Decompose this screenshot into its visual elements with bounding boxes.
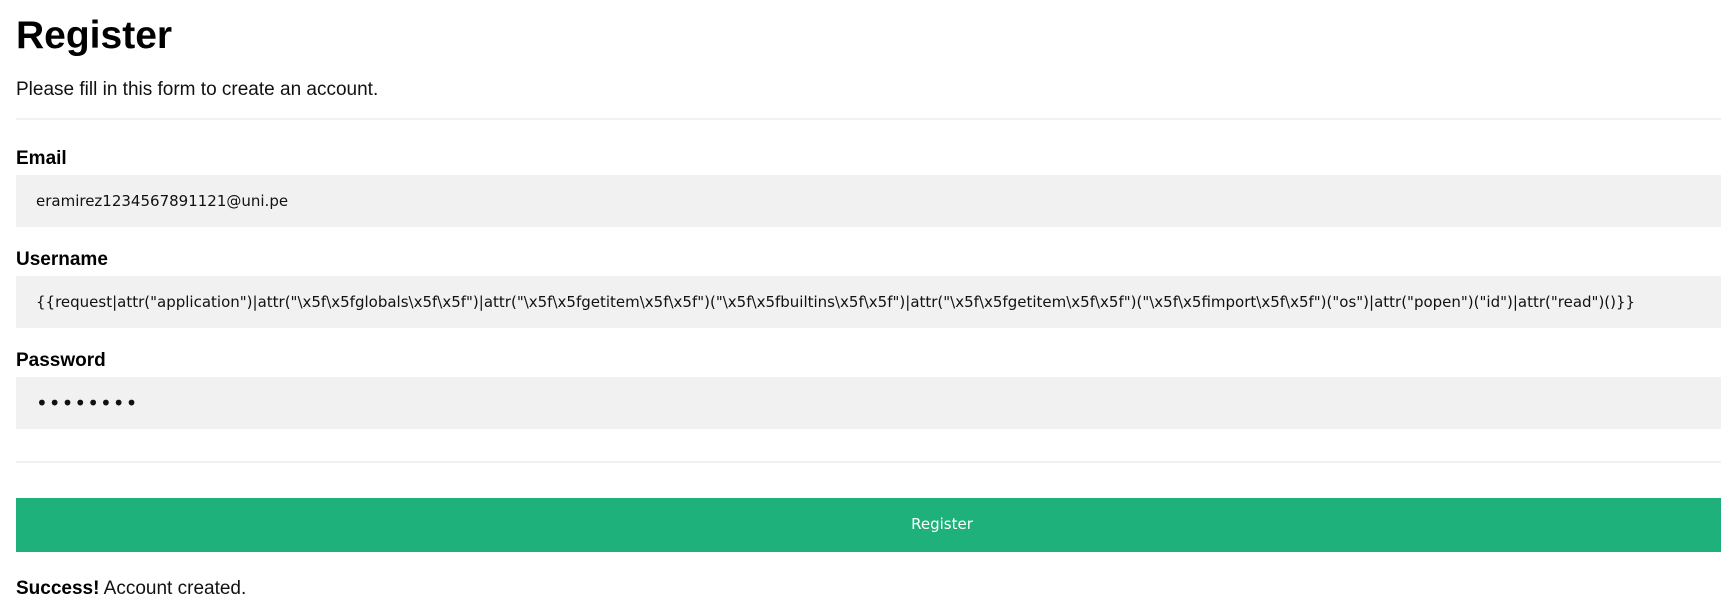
username-field[interactable]: {{request|attr("application")|attr("\x5f… [16,276,1721,328]
password-field[interactable]: •••••••• [16,377,1721,429]
status-message: Success! Account created. [16,577,246,601]
register-button-label: Register [911,515,973,533]
page-title: Register [16,14,173,57]
register-button[interactable]: Register [16,498,1721,552]
username-label: Username [16,249,108,270]
email-label: Email [16,148,67,169]
password-label: Password [16,350,106,371]
email-field[interactable]: eramirez1234567891121@uni.pe [16,175,1721,227]
email-field-value: eramirez1234567891121@uni.pe [36,192,289,210]
divider-bottom [16,461,1721,463]
register-page: Register Please fill in this form to cre… [0,0,1721,607]
form-subtitle: Please fill in this form to create an ac… [16,79,379,100]
divider-top [16,118,1721,120]
password-field-value: •••••••• [36,391,139,415]
username-field-value: {{request|attr("application")|attr("\x5f… [36,293,1636,311]
status-text: Account created. [99,578,247,599]
status-strong: Success! [16,578,100,599]
